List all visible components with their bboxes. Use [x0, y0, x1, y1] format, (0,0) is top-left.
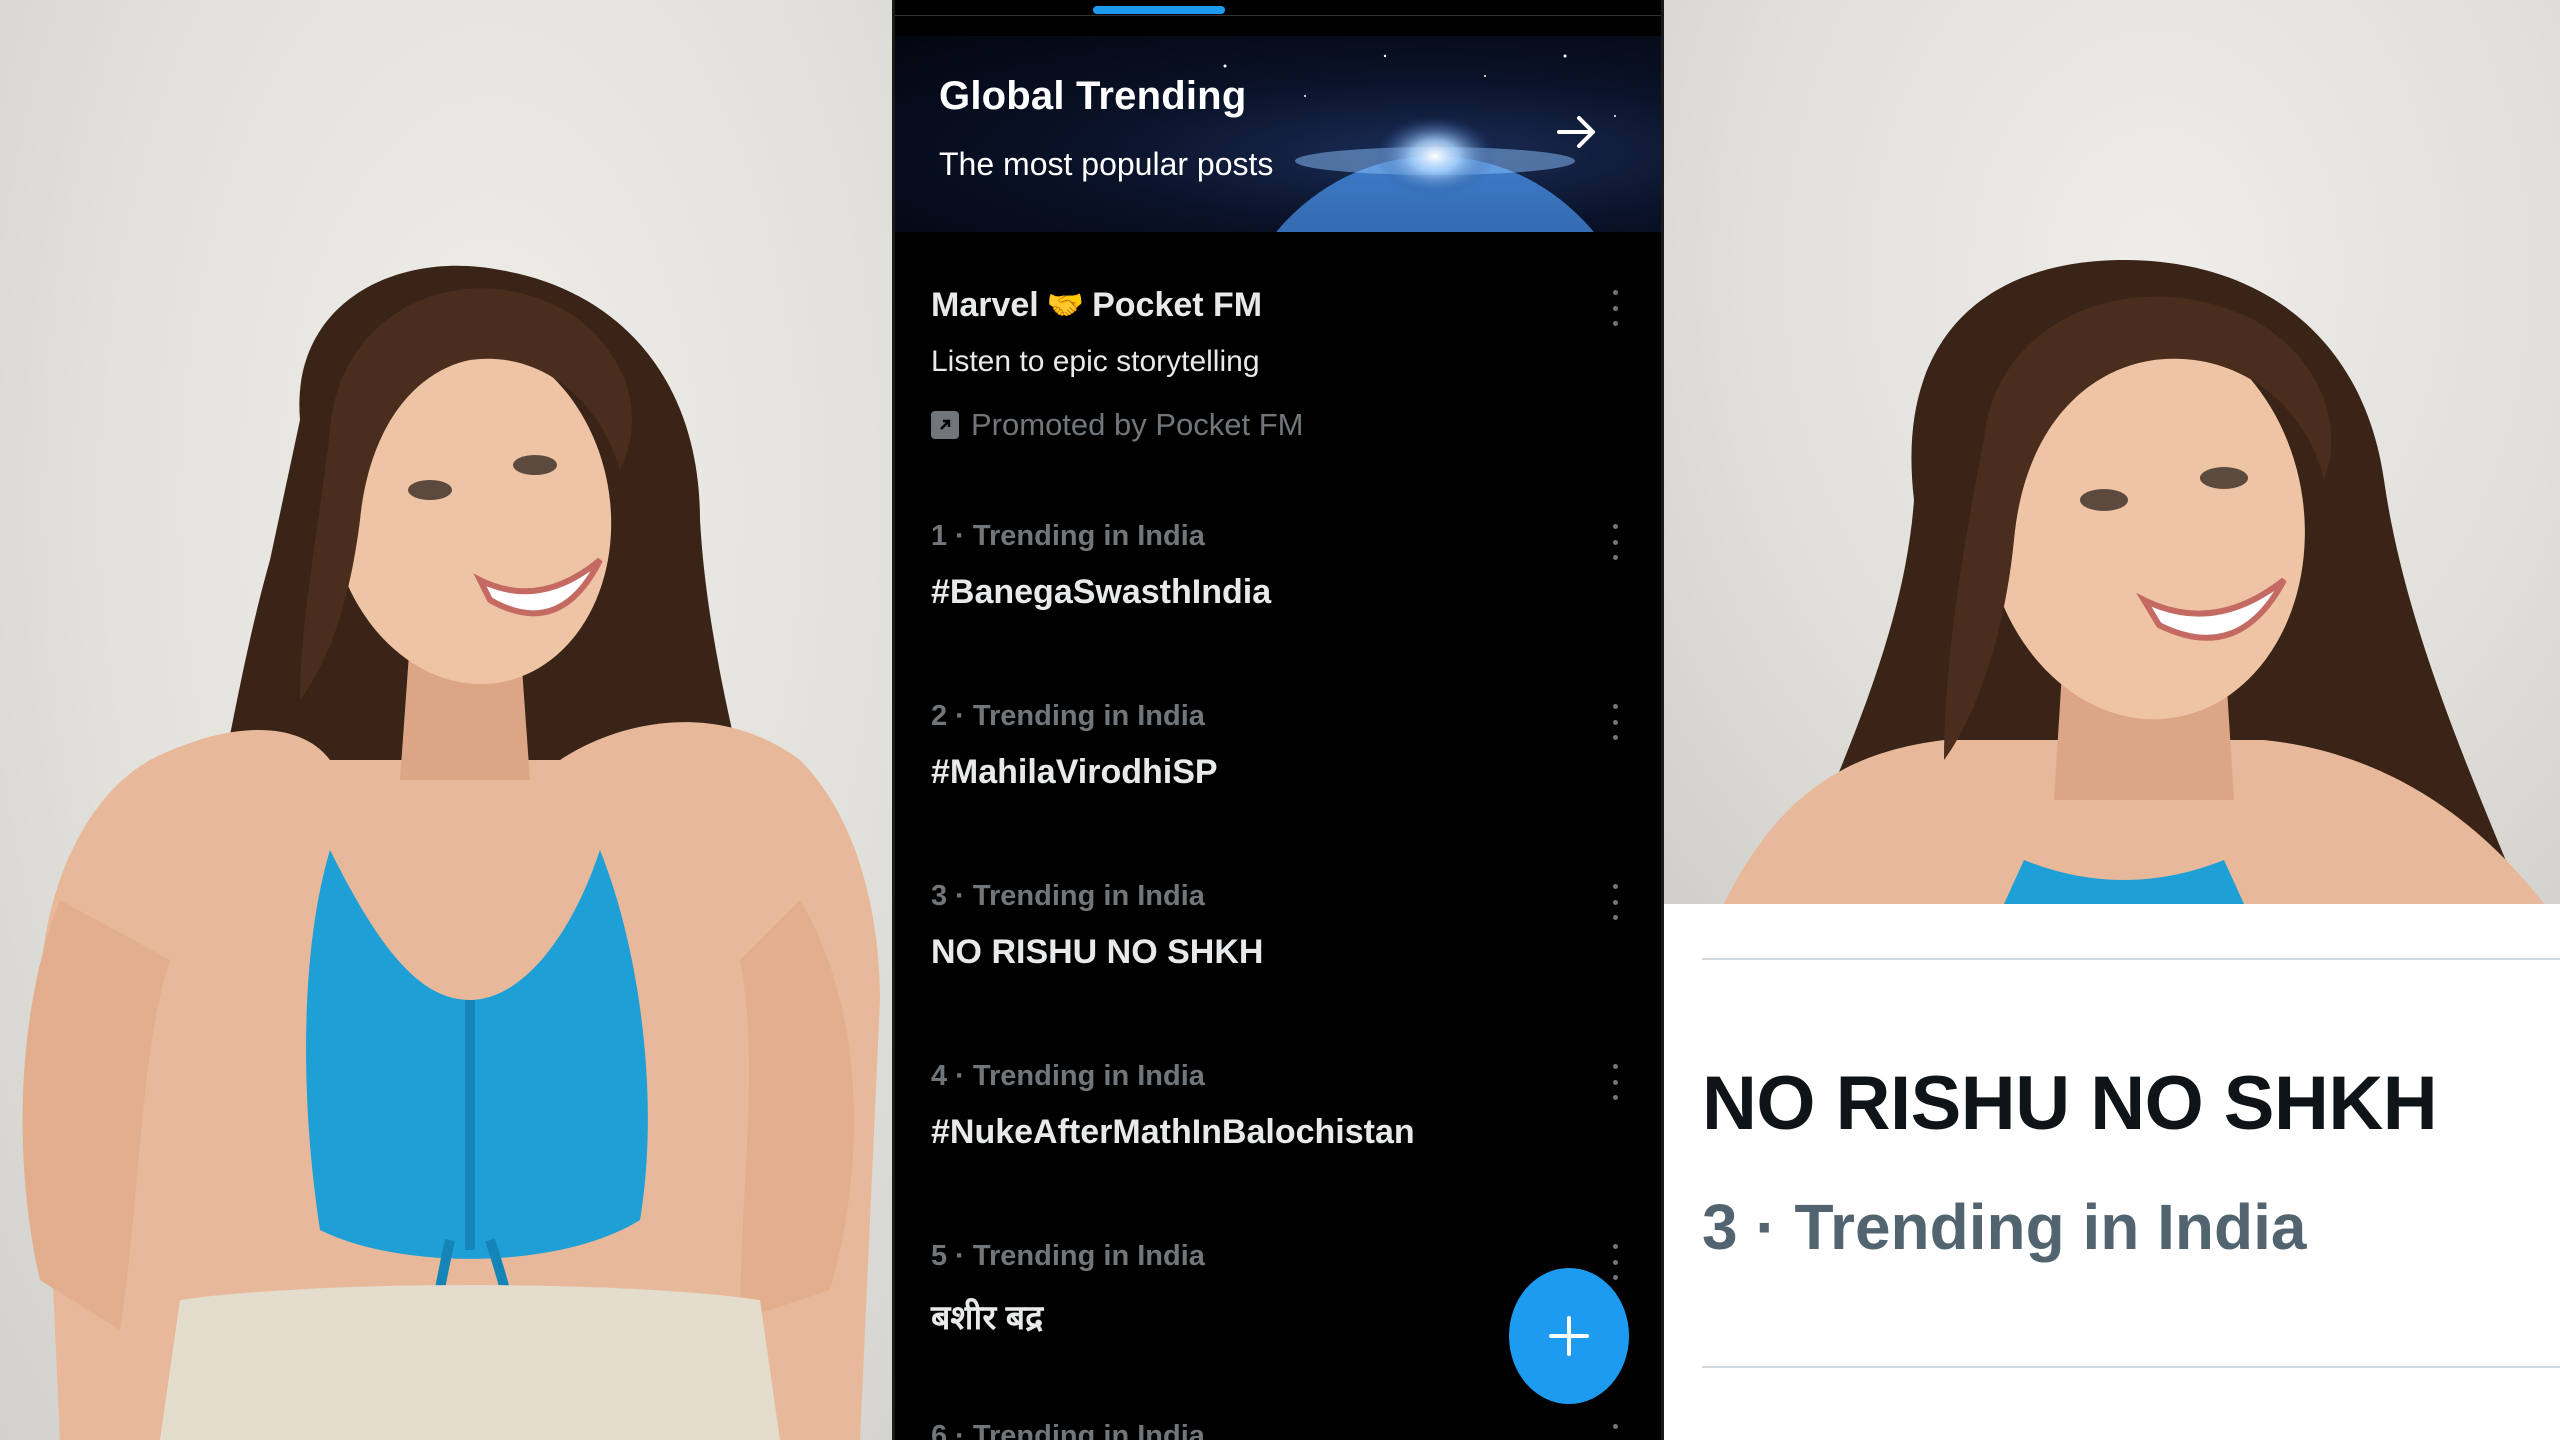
more-vertical-icon[interactable] — [1605, 884, 1625, 920]
trend-meta: 1 · Trending in India — [931, 520, 1205, 552]
more-vertical-icon[interactable] — [1605, 1424, 1625, 1440]
promoted-title-left: Marvel — [931, 286, 1039, 324]
promoted-icon — [931, 411, 959, 439]
trend-topic: #MahilaVirodhiSP — [931, 753, 1218, 791]
woman-portrait-image — [22, 265, 880, 1440]
zoomed-trend-topic: NO RISHU NO SHKH — [1702, 1061, 2438, 1146]
more-vertical-icon[interactable] — [1605, 290, 1625, 326]
trend-item[interactable]: 4 · Trending in India #NukeAfterMathInBa… — [931, 1060, 1631, 1152]
promoted-description: Listen to epic storytelling — [931, 345, 1260, 378]
trend-topic: #NukeAfterMathInBalochistan — [931, 1113, 1415, 1151]
arrow-right-icon[interactable] — [1555, 110, 1599, 154]
trend-item[interactable]: 6 · Trending in India — [931, 1420, 1631, 1440]
trending-feed-phone: Global Trending The most popular posts M… — [892, 0, 1664, 1440]
global-trending-banner[interactable]: Global Trending The most popular posts — [895, 36, 1661, 232]
promoted-by: Promoted by Pocket FM — [931, 407, 1631, 443]
more-vertical-icon[interactable] — [1605, 1064, 1625, 1100]
right-photo — [1664, 0, 2560, 904]
zoomed-trend-meta: 3 · Trending in India — [1702, 1191, 2307, 1263]
trend-meta: 3 · Trending in India — [931, 880, 1205, 912]
woman-portrait-closeup-image — [1724, 260, 2544, 904]
more-vertical-icon[interactable] — [1605, 1244, 1625, 1280]
promoted-title-right: Pocket FM — [1092, 286, 1263, 324]
divider-top — [1702, 958, 2560, 960]
promoted-trend[interactable]: Marvel 🤝 Pocket FM Listen to epic storyt… — [931, 286, 1631, 443]
more-vertical-icon[interactable] — [1605, 704, 1625, 740]
handshake-emoji: 🤝 — [1046, 289, 1085, 322]
trend-meta: 4 · Trending in India — [931, 1060, 1205, 1092]
compose-button[interactable] — [1509, 1268, 1629, 1404]
more-vertical-icon[interactable] — [1605, 524, 1625, 560]
trend-meta: 5 · Trending in India — [931, 1240, 1205, 1272]
trend-item[interactable]: 2 · Trending in India #MahilaVirodhiSP — [931, 700, 1631, 792]
promoted-title: Marvel 🤝 Pocket FM — [931, 286, 1631, 325]
promoted-by-label: Promoted by Pocket FM — [971, 407, 1304, 442]
trend-topic: #BanegaSwasthIndia — [931, 573, 1272, 611]
plus-icon — [1549, 1316, 1589, 1356]
trend-item[interactable]: 1 · Trending in India #BanegaSwasthIndia — [931, 520, 1631, 612]
trend-item[interactable]: 3 · Trending in India NO RISHU NO SHKH — [931, 880, 1631, 972]
trend-meta: 6 · Trending in India — [931, 1420, 1205, 1440]
banner-title: Global Trending — [939, 74, 1247, 118]
trend-topic: NO RISHU NO SHKH — [931, 933, 1264, 971]
right-zoom-panel: NO RISHU NO SHKH 3 · Trending in India — [1664, 0, 2560, 1440]
active-tab-indicator — [1093, 6, 1225, 14]
tab-strip — [895, 0, 1661, 16]
banner-subtitle: The most popular posts — [939, 146, 1274, 182]
divider-bottom — [1702, 1366, 2560, 1368]
left-photo — [0, 0, 892, 1440]
trend-meta: 2 · Trending in India — [931, 700, 1205, 732]
